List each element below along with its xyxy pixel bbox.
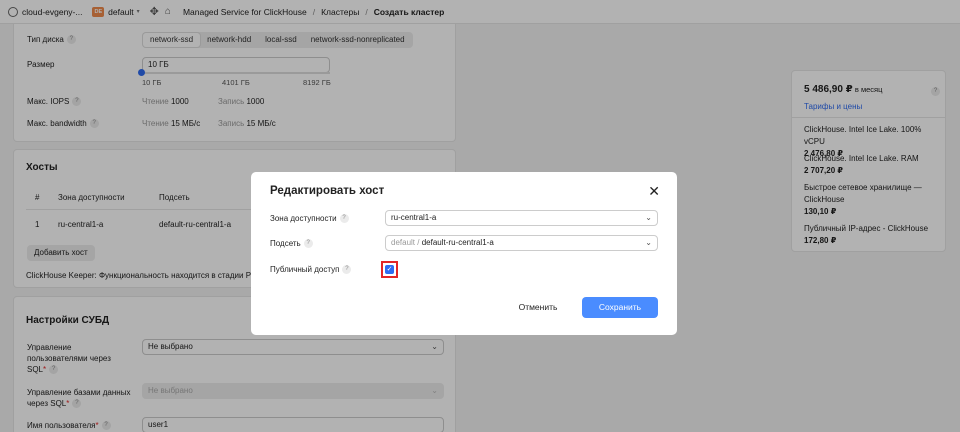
help-icon[interactable]: ? — [339, 214, 349, 224]
save-button[interactable]: Сохранить — [582, 297, 658, 318]
chevron-down-icon: ⌄ — [645, 238, 652, 247]
help-icon[interactable]: ? — [342, 265, 352, 275]
subnet-folder: default — [391, 238, 416, 247]
edit-host-dialog: Редактировать хост ✕ Зона доступности? r… — [251, 172, 677, 335]
public-access-checkbox[interactable]: ✓ — [385, 265, 394, 274]
help-icon[interactable]: ? — [303, 239, 313, 249]
cancel-button[interactable]: Отменить — [506, 297, 570, 318]
zone-value: ru-central1-a — [391, 213, 437, 222]
public-access-label: Публичный доступ? — [270, 265, 352, 275]
dialog-title: Редактировать хост — [270, 185, 385, 197]
zone-select[interactable]: ru-central1-a ⌄ — [385, 210, 658, 226]
chevron-down-icon: ⌄ — [645, 213, 652, 222]
close-icon[interactable]: ✕ — [648, 183, 660, 200]
subnet-select[interactable]: default / default-ru-central1-a ⌄ — [385, 235, 658, 251]
zone-label: Зона доступности? — [270, 214, 349, 224]
subnet-separator: / — [417, 238, 420, 247]
subnet-value: default-ru-central1-a — [421, 238, 494, 247]
subnet-label: Подсеть? — [270, 239, 313, 249]
